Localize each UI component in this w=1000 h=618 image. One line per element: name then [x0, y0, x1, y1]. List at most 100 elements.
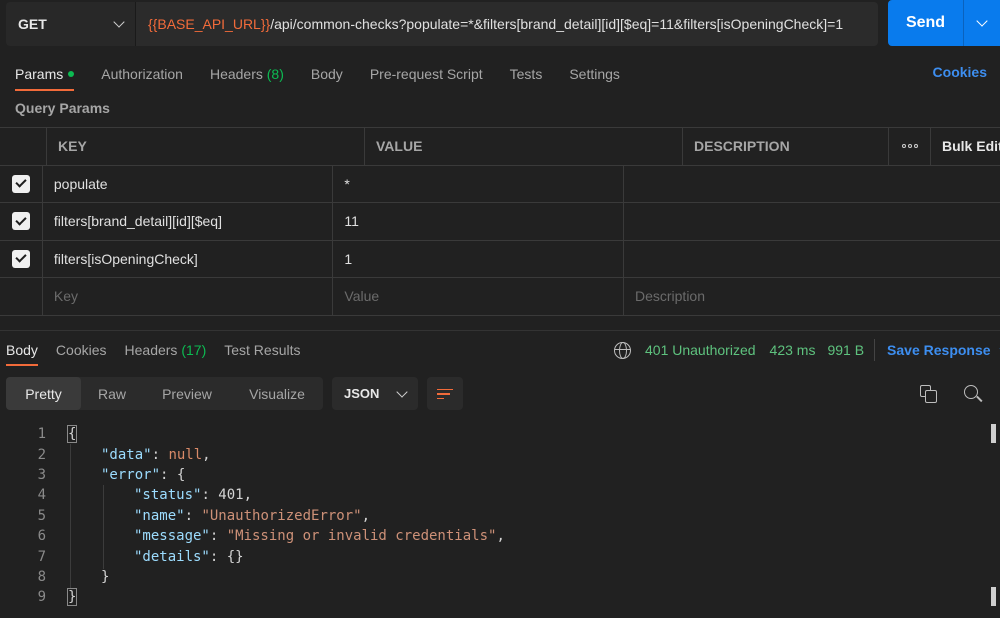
line-number: 3: [37, 466, 46, 483]
scrollbar-thumb[interactable]: [991, 587, 996, 606]
row-checkbox[interactable]: [11, 174, 30, 193]
response-size[interactable]: 991 B: [827, 342, 864, 358]
row-checkbox[interactable]: [11, 212, 30, 231]
code-line: 1{: [0, 424, 1000, 444]
view-pretty[interactable]: Pretty: [6, 377, 81, 410]
code-line: 2 "data": null,: [0, 444, 1000, 464]
row-checkbox-cell: [0, 240, 43, 277]
code-line: 9}: [0, 587, 1000, 607]
tab-response-headers-label: Headers: [124, 342, 178, 358]
tab-params[interactable]: Params: [15, 66, 75, 91]
value-placeholder[interactable]: Value: [333, 278, 624, 315]
view-preview[interactable]: Preview: [143, 377, 231, 410]
url-input[interactable]: {{BASE_API_URL}}/api/common-checks?popul…: [136, 2, 878, 46]
line-number: 7: [37, 548, 46, 565]
search-icon[interactable]: [964, 385, 983, 404]
json-value: "Missing or invalid credentials": [226, 528, 497, 545]
wrap-lines-button[interactable]: [427, 377, 463, 410]
globe-icon[interactable]: [614, 341, 631, 359]
line-number: 4: [37, 487, 46, 504]
header-description: DESCRIPTION: [683, 128, 889, 165]
json-value: null: [168, 446, 203, 463]
method-select[interactable]: GET: [6, 2, 136, 46]
tab-tests[interactable]: Tests: [510, 66, 543, 82]
row-checkbox[interactable]: [11, 249, 30, 268]
table-row: populate *: [0, 165, 1000, 203]
header-checkbox-cell: [0, 128, 47, 165]
param-description[interactable]: [624, 203, 1000, 240]
url-variable: {{BASE_API_URL}}: [148, 16, 271, 32]
cookies-link[interactable]: Cookies: [933, 64, 987, 80]
description-placeholder[interactable]: Description: [624, 278, 1000, 315]
code-line: 8}: [0, 567, 1000, 587]
param-value[interactable]: 11: [333, 203, 624, 240]
tab-headers-label: Headers: [209, 66, 263, 82]
response-status-bar: 401 Unauthorized 423 ms 991 B Save Respo…: [614, 339, 1000, 361]
open-brace: {: [66, 425, 78, 444]
params-indicator-dot: [68, 71, 75, 78]
tab-headers[interactable]: Headers (8): [210, 66, 284, 82]
view-raw[interactable]: Raw: [81, 377, 143, 410]
format-select[interactable]: JSON: [332, 377, 418, 410]
param-value[interactable]: *: [333, 165, 624, 202]
chevron-down-icon: [396, 385, 408, 398]
json-key: "details": [134, 548, 210, 565]
tab-authorization[interactable]: Authorization: [101, 66, 183, 82]
send-options-button[interactable]: [963, 0, 1000, 46]
copy-icon[interactable]: [920, 385, 937, 403]
code-line: 7 "details": {}: [0, 546, 1000, 566]
chevron-down-icon: [976, 15, 988, 27]
send-button-group: Send: [888, 0, 1000, 46]
param-key[interactable]: filters[brand_detail][id][$eq]: [43, 203, 334, 240]
response-body-code[interactable]: 1{ 2 "data": null, 3 "error": { 4 "status":…: [0, 424, 1000, 608]
tab-test-results[interactable]: Test Results: [224, 342, 300, 358]
tab-response-cookies[interactable]: Cookies: [56, 342, 107, 358]
tab-settings[interactable]: Settings: [569, 66, 620, 82]
row-checkbox-cell: [0, 165, 43, 202]
send-button[interactable]: Send: [888, 0, 963, 46]
param-key[interactable]: filters[isOpeningCheck]: [43, 240, 334, 277]
save-response-label: Save Response: [887, 342, 991, 358]
tab-prerequest-script[interactable]: Pre-request Script: [370, 66, 483, 82]
header-value: VALUE: [365, 128, 683, 165]
param-description[interactable]: [624, 241, 1000, 278]
param-value[interactable]: 1: [333, 240, 624, 277]
headers-count: (8): [266, 66, 284, 82]
url-path: /api/common-checks?populate=*&filters[br…: [270, 16, 844, 32]
json-value: {}: [226, 548, 244, 565]
line-number: 9: [37, 589, 46, 606]
json-key: "status": [134, 487, 202, 504]
param-description[interactable]: [624, 166, 1000, 203]
request-bar: GET {{BASE_API_URL}}/api/common-checks?p…: [6, 2, 878, 46]
bulk-edit-button[interactable]: Bulk Edit: [931, 128, 1000, 165]
header-key: KEY: [47, 128, 365, 165]
request-tabs: Params Authorization Headers (8) Body Pr…: [15, 63, 647, 91]
check-icon: [15, 251, 27, 263]
close-brace: }: [66, 588, 78, 607]
tab-response-body[interactable]: Body: [6, 342, 38, 366]
line-number: 6: [37, 528, 46, 545]
query-params-title: Query Params: [15, 100, 110, 116]
response-headers-count: (17): [181, 342, 207, 358]
save-response-button[interactable]: Save Response: [887, 342, 1000, 358]
scrollbar-thumb[interactable]: [991, 424, 996, 443]
json-key: "error": [101, 466, 161, 483]
method-label: GET: [18, 16, 47, 32]
status-code[interactable]: 401 Unauthorized: [645, 342, 756, 358]
response-time[interactable]: 423 ms: [770, 342, 816, 358]
param-key[interactable]: populate: [43, 165, 334, 202]
more-options-button[interactable]: [889, 128, 931, 165]
json-value: "UnauthorizedError": [201, 507, 362, 524]
line-number: 5: [37, 507, 46, 524]
key-placeholder[interactable]: Key: [43, 278, 334, 315]
table-row-empty: Key Value Description: [0, 278, 1000, 316]
tab-response-headers[interactable]: Headers (17): [125, 342, 207, 358]
chevron-down-icon: [113, 16, 125, 28]
check-icon: [15, 176, 27, 188]
line-number: 8: [37, 568, 46, 585]
view-visualize[interactable]: Visualize: [231, 377, 323, 410]
tab-body[interactable]: Body: [311, 66, 343, 82]
ellipsis-icon: [901, 144, 918, 149]
table-row: filters[brand_detail][id][$eq] 11: [0, 203, 1000, 241]
row-checkbox-cell: [0, 203, 43, 240]
